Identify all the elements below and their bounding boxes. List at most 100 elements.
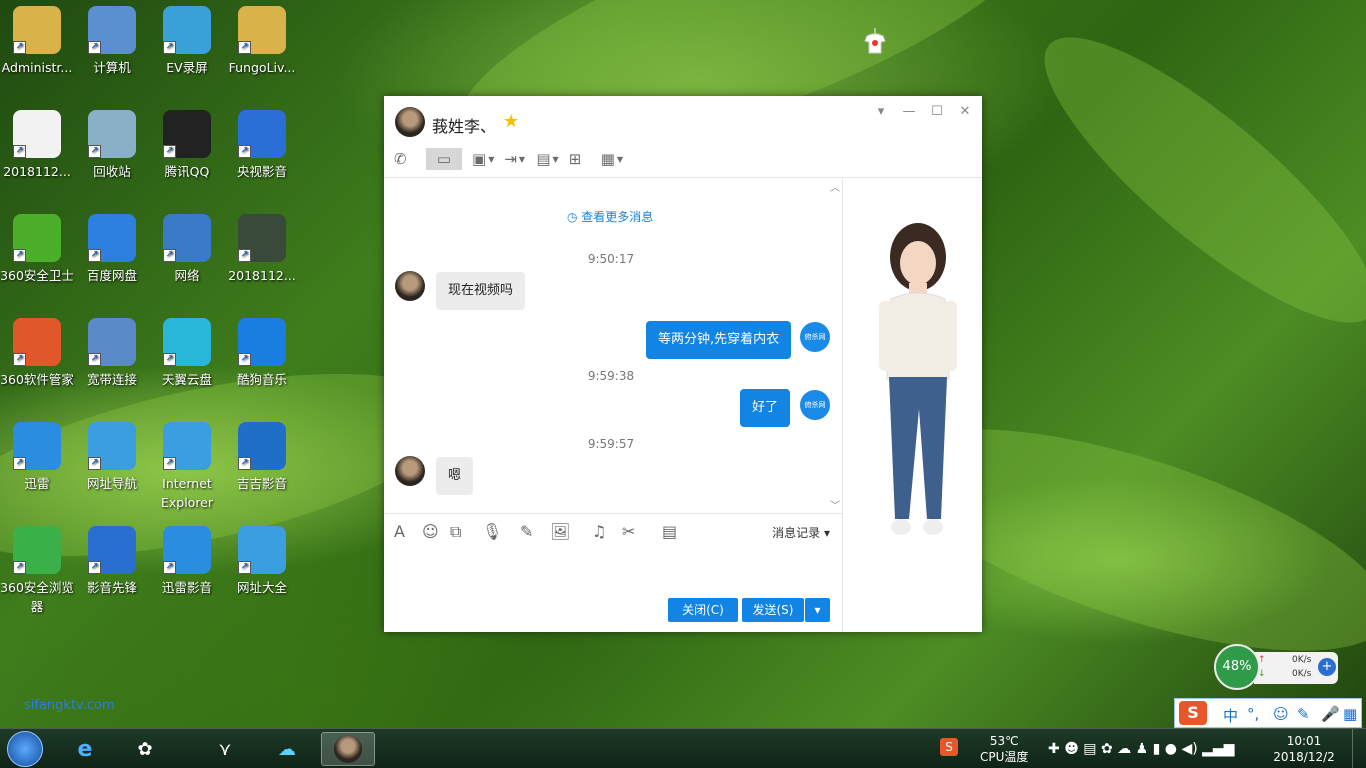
- scroll-up-icon[interactable]: ︿: [830, 179, 840, 194]
- desktop-icon[interactable]: ↗ 吉吉影音: [225, 422, 299, 493]
- desktop-icon[interactable]: ↗ Administr...: [0, 6, 74, 77]
- desktop-icon[interactable]: ↗ EV录屏: [150, 6, 224, 77]
- usb-tray-icon[interactable]: ▮: [1153, 741, 1161, 757]
- sogou-tray-icon[interactable]: S: [940, 738, 958, 756]
- remote-desktop-icon[interactable]: ▤ ▼: [536, 148, 558, 170]
- contact-avatar-small[interactable]: [395, 456, 425, 486]
- ie-taskbar-icon[interactable]: e: [58, 732, 112, 766]
- scroll-down-icon[interactable]: ﹀: [830, 497, 840, 512]
- my-avatar[interactable]: 俯杀网: [800, 322, 830, 352]
- sogou-logo-icon[interactable]: S: [1179, 701, 1207, 725]
- phone-icon[interactable]: ✆: [394, 148, 416, 170]
- desktop-icon[interactable]: ↗ 迅雷: [0, 422, 74, 493]
- contact-avatar-small[interactable]: [395, 271, 425, 301]
- image-icon[interactable]: 🖼: [550, 522, 570, 541]
- start-button[interactable]: [7, 731, 43, 767]
- music-icon[interactable]: ♫: [592, 522, 606, 541]
- chat-toolbar: ✆ ▭ ▣ ▼ ⇥ ▼ ▤ ▼ ⊞ ▦ ▼: [394, 148, 623, 170]
- 360-browser-icon: ↗: [13, 526, 61, 574]
- volume-icon[interactable]: ◀): [1181, 741, 1197, 757]
- network-monitor-widget[interactable]: ↑ 0K/s ↓ 0K/s + 48%: [1214, 644, 1340, 690]
- my-avatar[interactable]: 俯杀网: [800, 390, 830, 420]
- desktop-icon[interactable]: ↗ 360软件管家: [0, 318, 74, 389]
- message-input[interactable]: [384, 549, 842, 594]
- flower-tray-icon[interactable]: ✿: [1101, 741, 1113, 757]
- scissors-icon[interactable]: ✂: [622, 522, 635, 541]
- screen-share-icon[interactable]: ▣ ▼: [472, 148, 494, 170]
- kugou-music-icon: ↗: [238, 318, 286, 366]
- visual-studio-taskbar-icon[interactable]: ⋎: [198, 732, 252, 766]
- maximize-button[interactable]: ☐: [930, 104, 944, 119]
- desktop-icon[interactable]: ↗ 网址大全: [225, 526, 299, 597]
- doc-tray-icon[interactable]: ▤: [1083, 741, 1096, 757]
- close-window-button[interactable]: ✕: [958, 104, 972, 119]
- view-more-link[interactable]: ◷ 查看更多消息: [567, 208, 653, 225]
- desktop-icon[interactable]: ↗ 360安全浏览器: [0, 526, 74, 616]
- show-desktop-button[interactable]: [1352, 729, 1366, 768]
- ime-handwriting-icon[interactable]: ✎: [1297, 705, 1310, 723]
- file-transfer-icon[interactable]: ⇥ ▼: [504, 148, 526, 170]
- desktop-icon[interactable]: ↗ 回收站: [75, 110, 149, 181]
- archive-icon[interactable]: ▤: [662, 522, 677, 541]
- video-icon[interactable]: ▭: [426, 148, 462, 170]
- voice-icon[interactable]: 🎙: [482, 522, 502, 541]
- user-tray-icon[interactable]: ☻: [1064, 741, 1079, 757]
- desktop-icon[interactable]: ↗ FungoLiv...: [225, 6, 299, 77]
- cloud-tray-icon[interactable]: ☁: [1117, 741, 1131, 757]
- desktop-icon[interactable]: ↗ 影音先锋: [75, 526, 149, 597]
- clock-time: 10:01: [1286, 734, 1322, 748]
- qq-tray-icon[interactable]: ♟: [1136, 741, 1149, 757]
- desktop-icon[interactable]: ↗ 酷狗音乐: [225, 318, 299, 389]
- ime-punctuation-icon[interactable]: °,: [1247, 705, 1259, 723]
- desktop-icon[interactable]: ↗ 央视影音: [225, 110, 299, 181]
- cpu-temperature[interactable]: 53℃ CPU温度: [980, 733, 1028, 765]
- desktop-icon[interactable]: ↗ Internet Explorer: [150, 422, 224, 512]
- desktop-icon[interactable]: ↗ 360安全卫士: [0, 214, 74, 285]
- ime-mode-chinese[interactable]: 中: [1223, 705, 1238, 726]
- close-button[interactable]: 关闭(C): [668, 598, 738, 622]
- computer-icon: ↗: [88, 6, 136, 54]
- desktop-icon[interactable]: ↗ 腾讯QQ: [150, 110, 224, 181]
- send-button[interactable]: 发送(S): [742, 598, 804, 622]
- shortcut-arrow-icon: ↗: [163, 561, 176, 574]
- desktop-icon[interactable]: ↗ 2018112...: [0, 110, 74, 181]
- desktop-icon[interactable]: ↗ 迅雷影音: [150, 526, 224, 597]
- emoji-icon[interactable]: ☺: [422, 522, 439, 541]
- 360-tray-icon[interactable]: ✚: [1048, 741, 1060, 757]
- cpu-temp-value: 53℃: [989, 734, 1019, 748]
- minimize-button[interactable]: —: [902, 104, 916, 119]
- more-apps-icon[interactable]: ▦ ▼: [601, 148, 623, 170]
- network-signal-icon[interactable]: ▂▄▆: [1202, 741, 1234, 757]
- desktop-icon[interactable]: ↗ 宽带连接: [75, 318, 149, 389]
- ev-recorder-icon: ↗: [163, 6, 211, 54]
- ime-toolbox-icon[interactable]: ▦: [1343, 705, 1357, 723]
- app-taskbar-icon[interactable]: ✿: [118, 732, 172, 766]
- desktop-icon[interactable]: ↗ 天翼云盘: [150, 318, 224, 389]
- font-icon[interactable]: A: [394, 522, 405, 541]
- desktop-icon[interactable]: ↗ 2018112...: [225, 214, 299, 285]
- pen-icon[interactable]: ✎: [520, 522, 533, 541]
- contact-name[interactable]: 莪姓李、: [432, 113, 496, 137]
- mic-tray-icon[interactable]: ●: [1165, 741, 1177, 757]
- clock[interactable]: 10:01 2018/12/2: [1268, 733, 1340, 765]
- shortcut-arrow-icon: ↗: [238, 457, 251, 470]
- contact-avatar[interactable]: [395, 107, 425, 137]
- xunlei-player-icon: ↗: [163, 526, 211, 574]
- qq-chat-taskbar-button[interactable]: [321, 732, 375, 766]
- ime-voice-icon[interactable]: 🎤: [1321, 705, 1340, 723]
- app-icon[interactable]: ⊞: [569, 148, 591, 170]
- desktop-icon[interactable]: ↗ 计算机: [75, 6, 149, 77]
- send-options-button[interactable]: ▾: [805, 598, 830, 622]
- desktop-icon[interactable]: ↗ 百度网盘: [75, 214, 149, 285]
- desktop-icon-label: EV录屏: [166, 60, 208, 75]
- desktop-icon[interactable]: ↗ 网址导航: [75, 422, 149, 493]
- desktop-icon[interactable]: ↗ 网络: [150, 214, 224, 285]
- add-icon[interactable]: +: [1318, 658, 1336, 676]
- history-button[interactable]: 消息记录 ▾: [772, 524, 830, 541]
- ime-emoji-icon[interactable]: ☺: [1273, 705, 1289, 723]
- tshirt-icon[interactable]: [863, 28, 887, 54]
- tianyi-cloud-taskbar-icon[interactable]: ☁: [260, 732, 314, 766]
- gif-icon[interactable]: ⧉: [450, 522, 461, 542]
- dropdown-icon[interactable]: ▾: [874, 104, 888, 119]
- desktop-icon-label: 吉吉影音: [236, 476, 287, 491]
